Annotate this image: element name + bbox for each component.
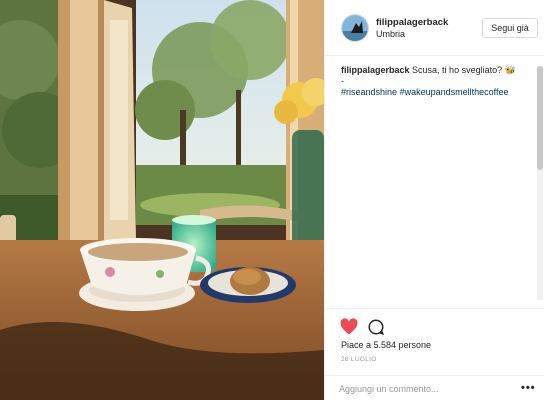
caption-hashtags: #riseandshine #wakeupandsmellthecoffee (341, 87, 531, 98)
location[interactable]: Umbria (376, 29, 405, 39)
caption-username[interactable]: filippalagerback (341, 65, 410, 75)
post-actions: Piace a 5.584 persone 28 LUGLIO ••• (325, 308, 544, 400)
comment-input[interactable] (339, 381, 509, 397)
caption-line: filippalagerback Scusa, ti ho svegliato?… (341, 65, 531, 76)
avatar-image (342, 15, 368, 41)
username[interactable]: filippalagerback (376, 17, 448, 28)
comment-icon[interactable] (367, 318, 385, 336)
follow-button[interactable]: Segui già (482, 18, 538, 38)
caption: filippalagerback Scusa, ti ho svegliato?… (341, 65, 531, 98)
heart-icon[interactable] (339, 317, 359, 337)
hashtag-link[interactable]: #wakeupandsmellthecoffee (400, 87, 509, 97)
more-icon[interactable]: ••• (521, 382, 536, 394)
caption-dash: - (341, 76, 344, 86)
hashtag-link[interactable]: #riseandshine (341, 87, 397, 97)
scrollbar-thumb[interactable] (537, 66, 543, 170)
post-date: 28 LUGLIO (341, 356, 377, 363)
comments-scrollbar[interactable] (537, 66, 543, 300)
avatar[interactable] (341, 14, 369, 42)
post-dialog: filippalagerback Umbria Segui già filipp… (0, 0, 544, 400)
post-photo[interactable] (0, 0, 324, 400)
caption-text: Scusa, ti ho svegliato? 🐝 (412, 65, 516, 75)
photo-image (0, 0, 324, 400)
post-header: filippalagerback Umbria Segui già (325, 0, 544, 56)
add-comment-section: ••• (325, 375, 544, 400)
likes-count[interactable]: Piace a 5.584 persone (341, 340, 431, 350)
post-sidebar: filippalagerback Umbria Segui già filipp… (324, 0, 544, 400)
